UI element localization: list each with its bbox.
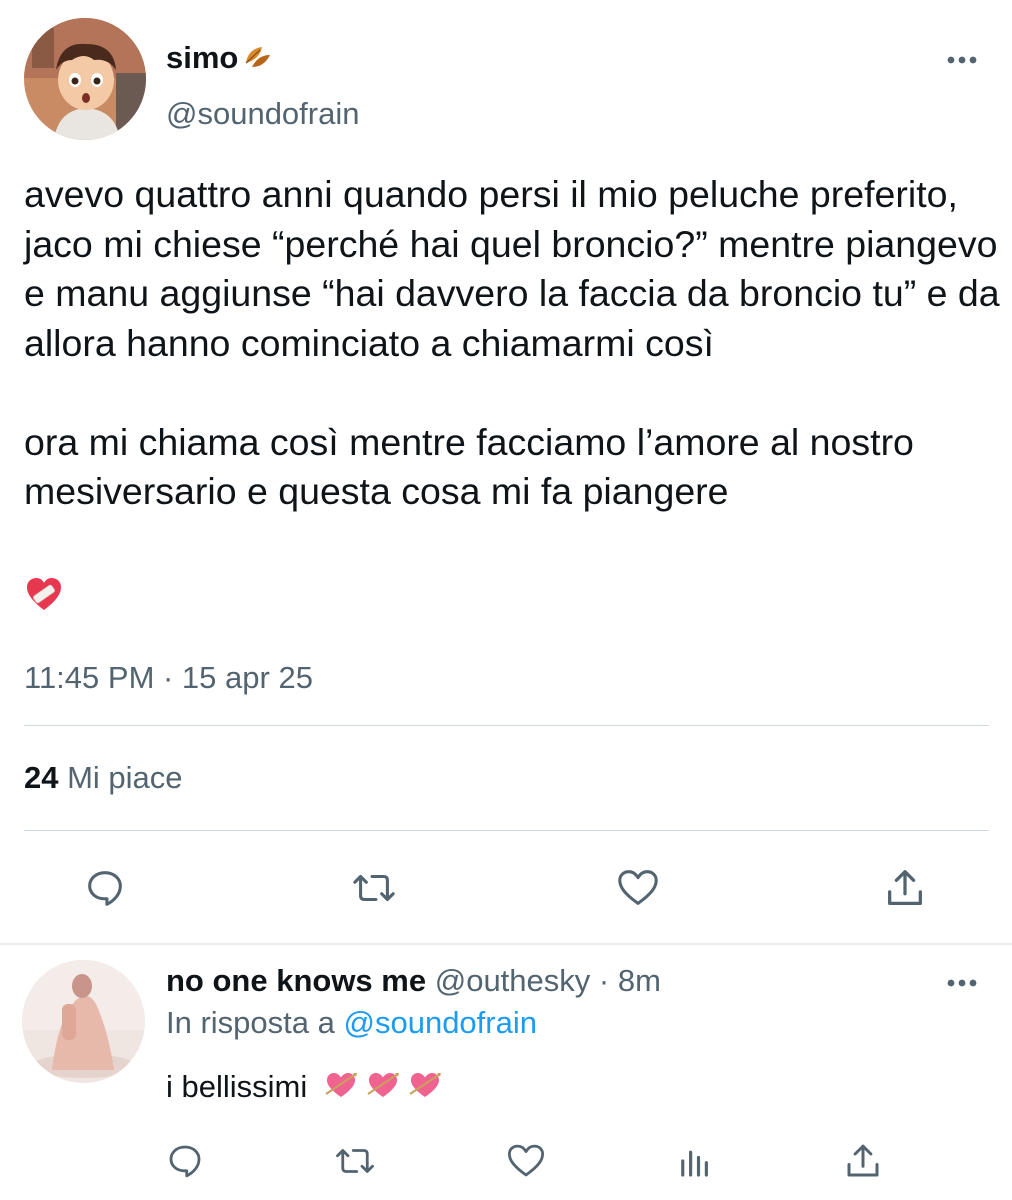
reply-retweet-button[interactable]: [330, 1140, 380, 1182]
replying-to-handle[interactable]: @soundofrain: [344, 1005, 537, 1040]
reply-tweet[interactable]: no one knows me @outhesky · 8m In rispos…: [0, 945, 1012, 1200]
like-button[interactable]: [614, 865, 662, 911]
reply-comment-button[interactable]: [164, 1140, 206, 1182]
heart-with-arrow-icon: [366, 1070, 400, 1108]
retweet-icon: [336, 1149, 374, 1173]
reply-author-avatar[interactable]: [22, 960, 145, 1083]
replying-to-prefix: In risposta a: [166, 1005, 335, 1040]
heart-icon: [507, 1144, 545, 1177]
reply-button[interactable]: [82, 865, 128, 911]
tweet-text: avevo quattro anni quando persi il mio p…: [24, 173, 1000, 512]
share-icon: [847, 1144, 879, 1177]
heart-with-arrow-icon: [408, 1070, 442, 1108]
author-name-text: simo: [166, 40, 239, 75]
dot-separator: ·: [598, 963, 610, 998]
reply-text: i bellissimi: [166, 1069, 308, 1104]
replying-to: In risposta a @soundofrain: [166, 1005, 537, 1041]
divider: [24, 725, 989, 726]
reply-share-button[interactable]: [842, 1140, 884, 1182]
reply-author-handle[interactable]: @outhesky: [435, 963, 591, 998]
share-icon: [888, 870, 922, 905]
likes-label: Mi piace: [67, 760, 183, 795]
reply-like-button[interactable]: [505, 1140, 547, 1182]
divider: [24, 830, 989, 831]
likes-count: 24: [24, 760, 59, 795]
heart-with-arrow-icon: [324, 1070, 358, 1108]
tweet-timestamp[interactable]: 11:45 PM · 15 apr 25: [24, 660, 313, 696]
reply-header: no one knows me @outhesky · 8m: [166, 963, 661, 999]
retweet-icon: [353, 874, 395, 902]
retweet-button[interactable]: [347, 865, 401, 911]
analytics-icon: [681, 1150, 708, 1177]
author-avatar[interactable]: [24, 18, 146, 140]
reply-views-button[interactable]: [674, 1140, 716, 1182]
mending-heart-icon: [24, 575, 64, 615]
reply-text-row: i bellissimi: [166, 1069, 442, 1108]
reply-author-name[interactable]: no one knows me: [166, 963, 426, 998]
fallen-leaf-icon: [242, 41, 272, 79]
heart-icon: [618, 870, 658, 905]
main-tweet: simo @soundofrain avevo quattro anni qua…: [0, 0, 1012, 945]
reply-time[interactable]: 8m: [618, 963, 661, 998]
comment-icon: [88, 871, 122, 906]
author-handle[interactable]: @soundofrain: [166, 96, 359, 132]
likes-summary[interactable]: 24 Mi piace: [24, 760, 183, 796]
reply-more-options-icon[interactable]: [944, 973, 980, 993]
more-options-icon[interactable]: [944, 50, 980, 70]
author-name[interactable]: simo: [166, 40, 272, 79]
comment-icon: [169, 1145, 201, 1178]
share-button[interactable]: [882, 865, 928, 911]
